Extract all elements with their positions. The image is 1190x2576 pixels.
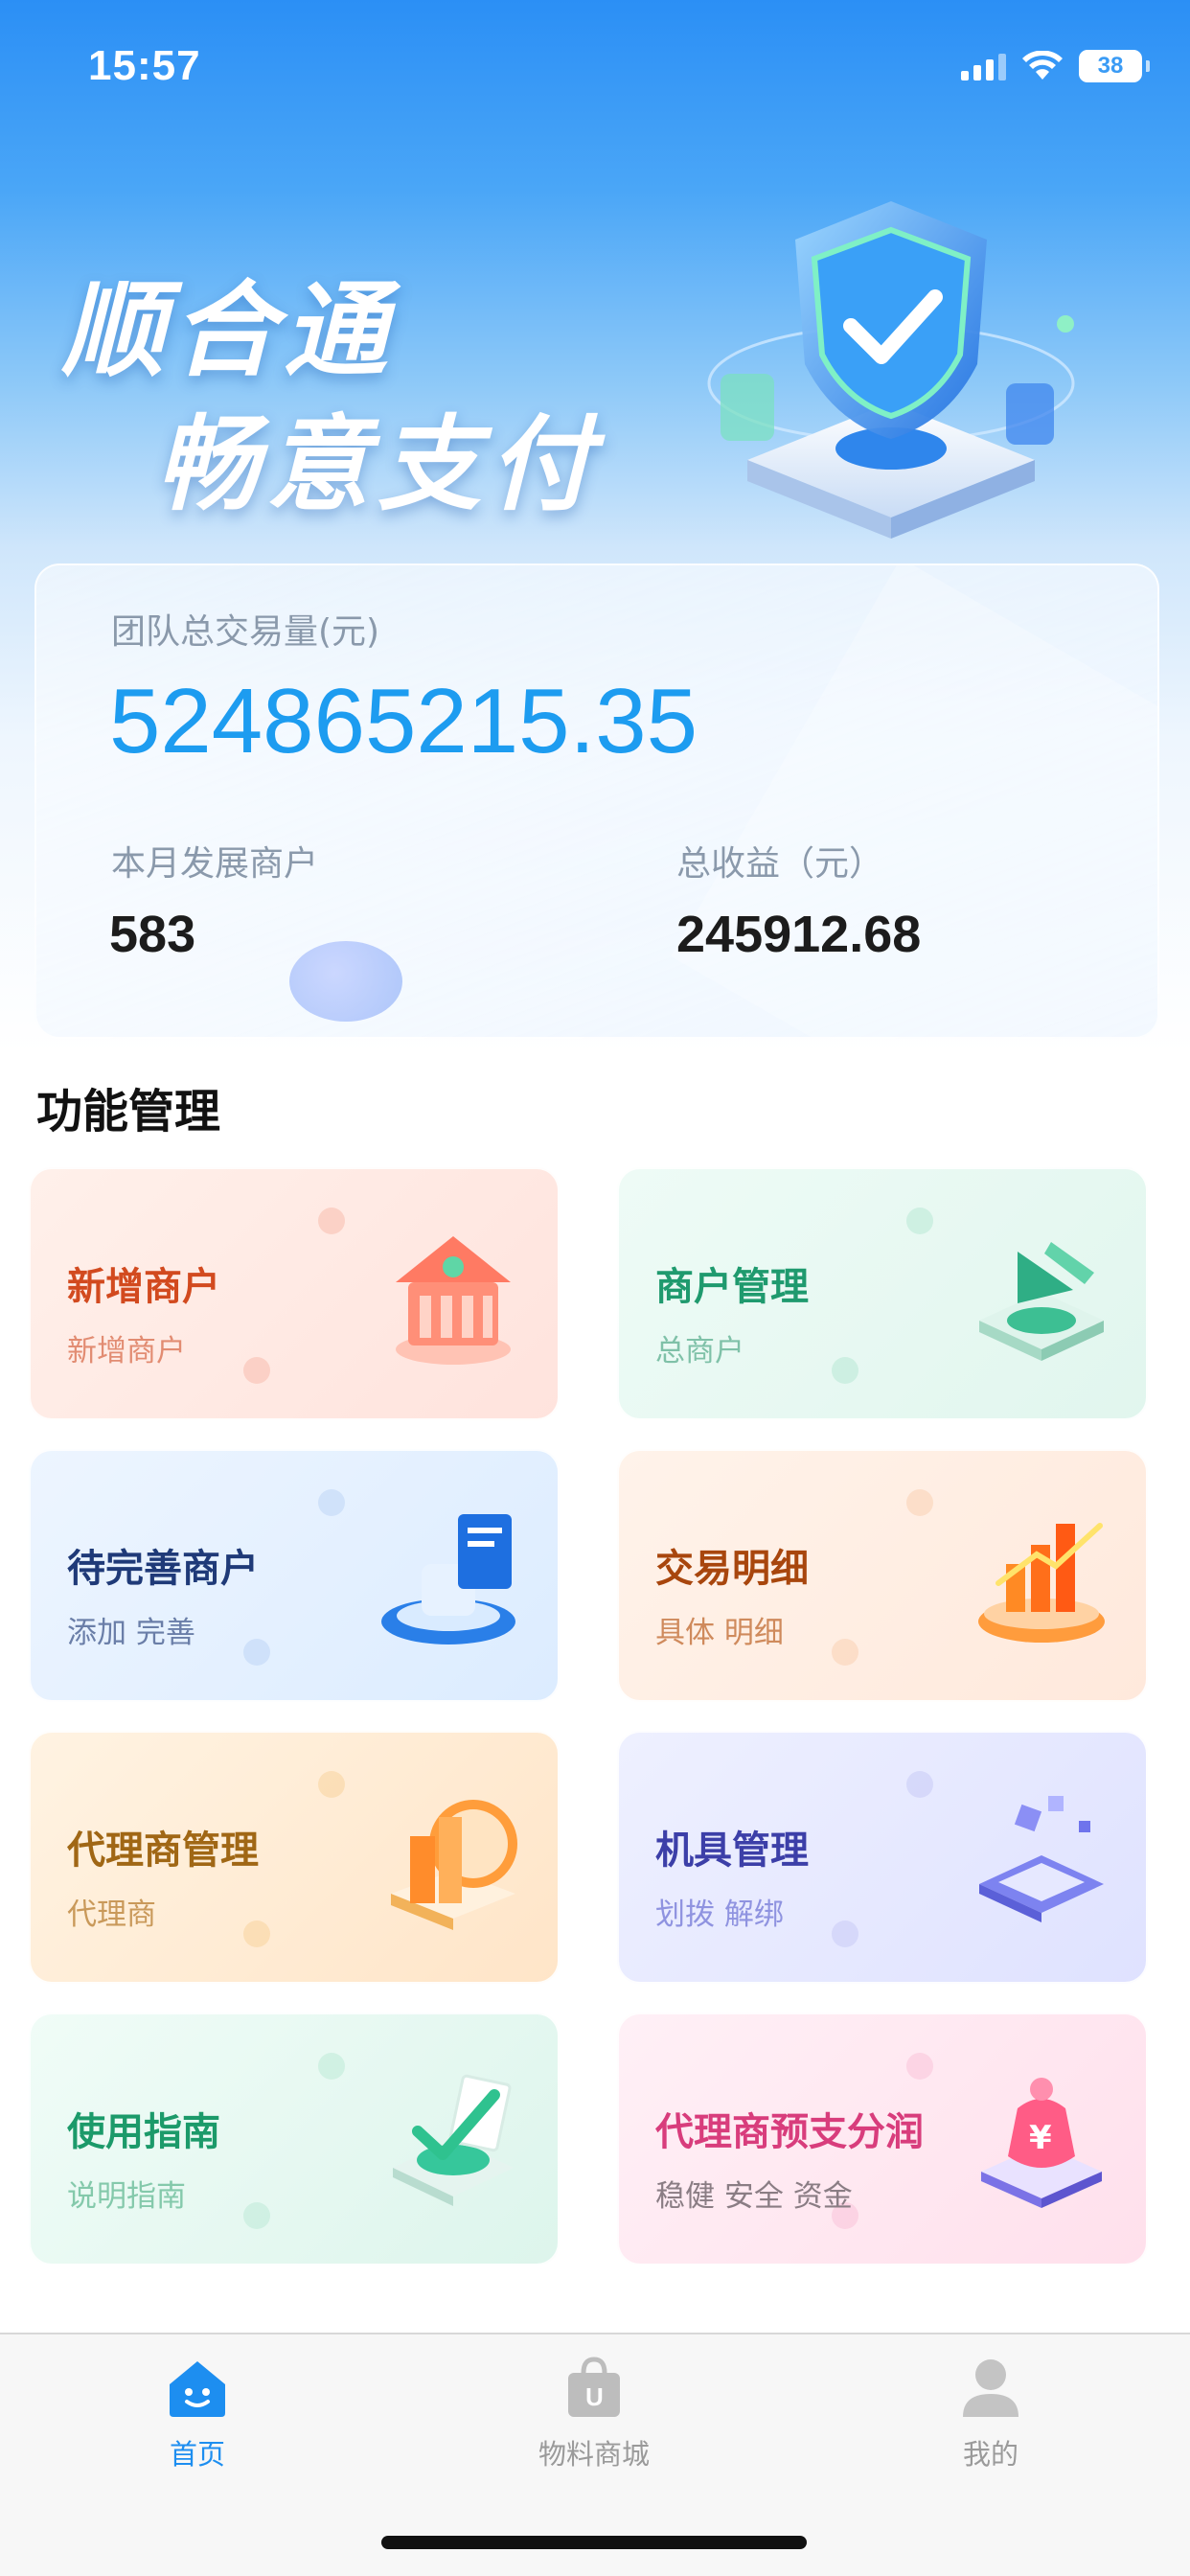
device-icon	[979, 1796, 1104, 1922]
card-title: 代理商管理	[67, 1828, 259, 1873]
document-stack-icon	[381, 1514, 515, 1644]
section-title: 功能管理	[36, 1085, 221, 1138]
total-income-value: 245912.68	[676, 906, 922, 963]
monthly-merchants-label: 本月发展商户	[111, 844, 319, 884]
tab-shop-label: 物料商城	[538, 2438, 650, 2471]
card-title: 使用指南	[67, 2110, 220, 2154]
battery-icon: 38	[1079, 50, 1150, 82]
home-icon	[170, 2361, 225, 2417]
stats-card: 团队总交易量(元) 524865215.35 本月发展商户 583 总收益（元）…	[34, 564, 1159, 1039]
decor-dot	[243, 2202, 270, 2229]
card-subtitle: 添加 完善	[67, 1616, 195, 1650]
svg-text:U: U	[585, 2382, 604, 2411]
shield-icon	[707, 201, 1075, 539]
card-subtitle: 新增商户	[67, 1334, 186, 1368]
guide-check-icon	[393, 2074, 514, 2206]
pending-merchant-card[interactable]: 待完善商户 添加 完善	[29, 1449, 560, 1702]
device-management-card[interactable]: 机具管理 划拨 解绑	[617, 1731, 1148, 1984]
decor-dot	[906, 2053, 933, 2080]
total-volume-label: 团队总交易量(元)	[111, 612, 380, 652]
transaction-detail-card[interactable]: 交易明细 具体 明细	[617, 1449, 1148, 1702]
slogan-line1: 顺合通	[61, 271, 396, 391]
status-time: 15:57	[88, 42, 201, 89]
decor-dot	[906, 1771, 933, 1798]
bar-chart-icon	[978, 1523, 1105, 1643]
agent-management-card[interactable]: 代理商管理 代理商	[29, 1731, 560, 1984]
decor-dot	[832, 1357, 858, 1384]
card-subtitle: 划拨 解绑	[655, 1898, 784, 1932]
card-title: 待完善商户	[67, 1547, 259, 1591]
battery-level: 38	[1097, 53, 1124, 79]
card-subtitle: 说明指南	[67, 2179, 186, 2214]
svg-text:¥: ¥	[1029, 2119, 1052, 2157]
home-indicator	[381, 2536, 807, 2549]
decor-dot	[832, 1920, 858, 1947]
card-subtitle: 具体 明细	[655, 1616, 784, 1650]
tab-mine-label: 我的	[962, 2438, 1018, 2471]
wifi-icon	[1022, 51, 1063, 80]
agent-advance-share-card[interactable]: 代理商预支分润 稳健 安全 资金 ¥	[617, 2012, 1148, 2266]
card-subtitle: 稳健 安全 资金	[655, 2179, 853, 2214]
tab-mine[interactable]: 我的	[895, 2354, 1087, 2472]
card-title: 代理商预支分润	[655, 2110, 924, 2154]
decor-dot	[243, 1920, 270, 1947]
decor-dot	[906, 1208, 933, 1234]
card-subtitle: 总商户	[655, 1334, 744, 1368]
signal-icon	[961, 52, 1006, 80]
decor-dot	[906, 1489, 933, 1516]
merchant-management-card[interactable]: 商户管理 总商户	[617, 1167, 1148, 1420]
tab-shop[interactable]: U 物料商城	[498, 2354, 690, 2472]
building-icon	[391, 1800, 517, 1930]
total-volume-value: 524865215.35	[109, 670, 698, 772]
money-bag-icon: ¥	[981, 2078, 1102, 2208]
user-guide-card[interactable]: 使用指南 说明指南	[29, 2012, 560, 2266]
decor-dot	[318, 1771, 345, 1798]
tab-home[interactable]: 首页	[102, 2354, 293, 2472]
decor-dot	[318, 1489, 345, 1516]
decor-dot	[243, 1357, 270, 1384]
card-title: 交易明细	[655, 1547, 809, 1591]
decor-dot	[243, 1639, 270, 1666]
add-merchant-card[interactable]: 新增商户 新增商户	[29, 1167, 560, 1420]
house-icon	[396, 1236, 511, 1365]
card-title: 新增商户	[67, 1265, 220, 1309]
shopping-bag-icon: U	[568, 2357, 620, 2417]
tab-home-label: 首页	[169, 2438, 225, 2471]
decor-dot	[318, 1208, 345, 1234]
decor-dot	[318, 2053, 345, 2080]
total-income-label: 总收益（元）	[676, 844, 884, 884]
merchant-platform-icon	[979, 1242, 1104, 1361]
card-decoration	[671, 565, 1157, 1037]
user-icon	[963, 2359, 1018, 2417]
status-icons: 38	[961, 50, 1150, 82]
decor-dot	[832, 1639, 858, 1666]
monthly-merchants-value: 583	[109, 906, 196, 963]
slogan-line2: 畅意支付	[155, 405, 601, 525]
card-title: 机具管理	[655, 1828, 809, 1873]
card-subtitle: 代理商	[67, 1898, 156, 1932]
card-title: 商户管理	[655, 1265, 809, 1309]
card-decoration-bubble	[289, 941, 402, 1022]
